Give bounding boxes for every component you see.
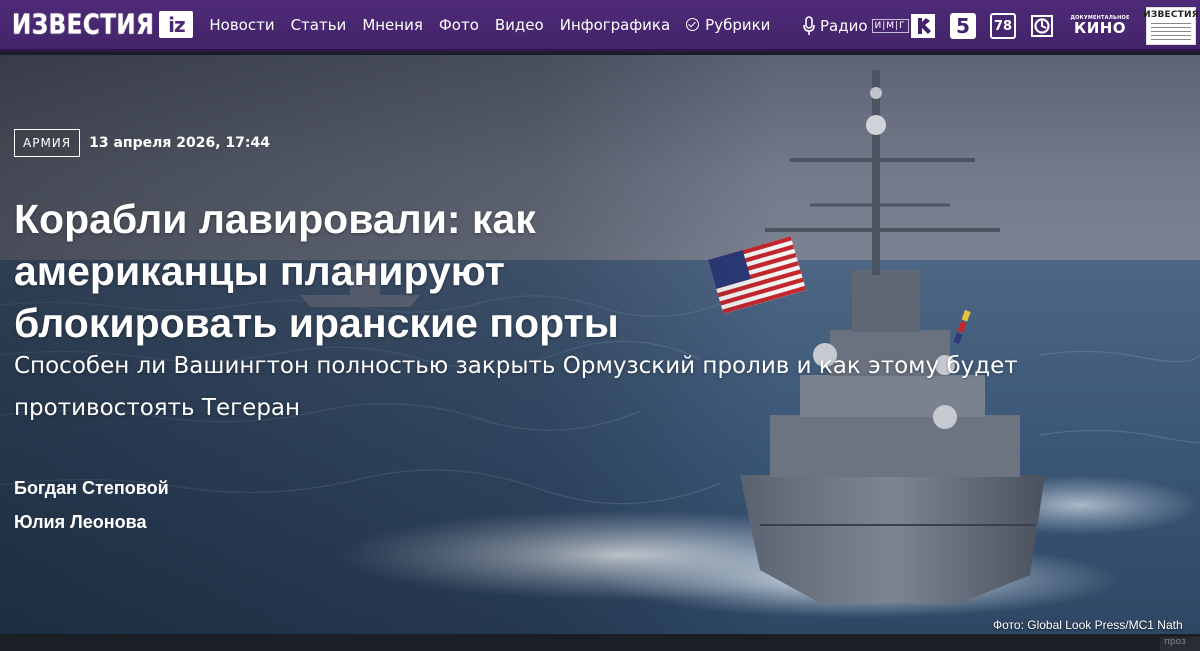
top-navbar: ИЗВЕСТИЯ iz Новости Статьи Мнения Фото В… — [0, 0, 1200, 52]
rubrics-label: Рубрики — [705, 15, 771, 34]
newspaper-lines-icon — [1151, 23, 1191, 41]
nav-item-infographics[interactable]: Инфографика — [560, 16, 670, 34]
main-nav: Новости Статьи Мнения Фото Видео Инфогра… — [209, 16, 786, 34]
nav-item-articles[interactable]: Статьи — [291, 16, 347, 34]
radio-link[interactable]: Радио И|М|Г — [802, 0, 909, 52]
documentary-kino-logo[interactable]: ДОКУМЕНТАЛЬНОЕ КИНО — [1070, 15, 1130, 37]
radio-label: Радио — [820, 17, 868, 35]
category-tag[interactable]: АРМИЯ — [14, 129, 81, 157]
newspaper-title: ИЗВЕСТИЯ — [1143, 10, 1199, 20]
channel-circle-icon — [1031, 15, 1053, 37]
author-link[interactable]: Юлия Леонова — [14, 512, 146, 533]
kino-big-text: КИНО — [1073, 19, 1127, 37]
article-subtitle: Способен ли Вашингтон полностью закрыть … — [14, 353, 1018, 421]
logo-iz-badge: iz — [159, 11, 194, 38]
article-hero: АРМИЯ 13 апреля 2026, 17:44 Корабли лави… — [0, 55, 1200, 651]
author-link[interactable]: Богдан Степовой — [14, 478, 169, 499]
logo-text: ИЗВЕСТИЯ — [12, 8, 155, 41]
ren-tv-icon — [911, 14, 935, 38]
channel-5-logo[interactable]: 5 — [950, 13, 976, 39]
nav-item-rubrics[interactable]: Рубрики — [686, 16, 770, 34]
side-tag: проз — [1160, 637, 1200, 651]
publish-date: 13 апреля 2026, 17:44 — [89, 135, 270, 151]
ren-tv-logo[interactable] — [910, 13, 936, 39]
izvestia-logo[interactable]: ИЗВЕСТИЯ iz — [12, 8, 194, 42]
nav-item-news[interactable]: Новости — [209, 16, 274, 34]
microphone-icon — [803, 16, 815, 35]
radio-station-badge: И|М|Г — [871, 19, 909, 33]
channel-78-logo[interactable]: 78 — [990, 13, 1016, 39]
article-meta: АРМИЯ 13 апреля 2026, 17:44 — [14, 129, 270, 157]
rubrics-check-icon — [686, 18, 700, 31]
article-headline: Корабли лавировали: как американцы плани… — [14, 196, 619, 346]
photo-credit: Фото: Global Look Press/MC1 Nath — [993, 618, 1183, 632]
hero-bottom-strip — [0, 634, 1200, 651]
nav-item-video[interactable]: Видео — [495, 16, 544, 34]
nav-item-photo[interactable]: Фото — [439, 16, 479, 34]
izvestia-newspaper-logo[interactable]: ИЗВЕСТИЯ — [1143, 7, 1199, 45]
nav-item-opinions[interactable]: Мнения — [362, 16, 423, 34]
channel-circle-logo[interactable] — [1029, 13, 1055, 39]
